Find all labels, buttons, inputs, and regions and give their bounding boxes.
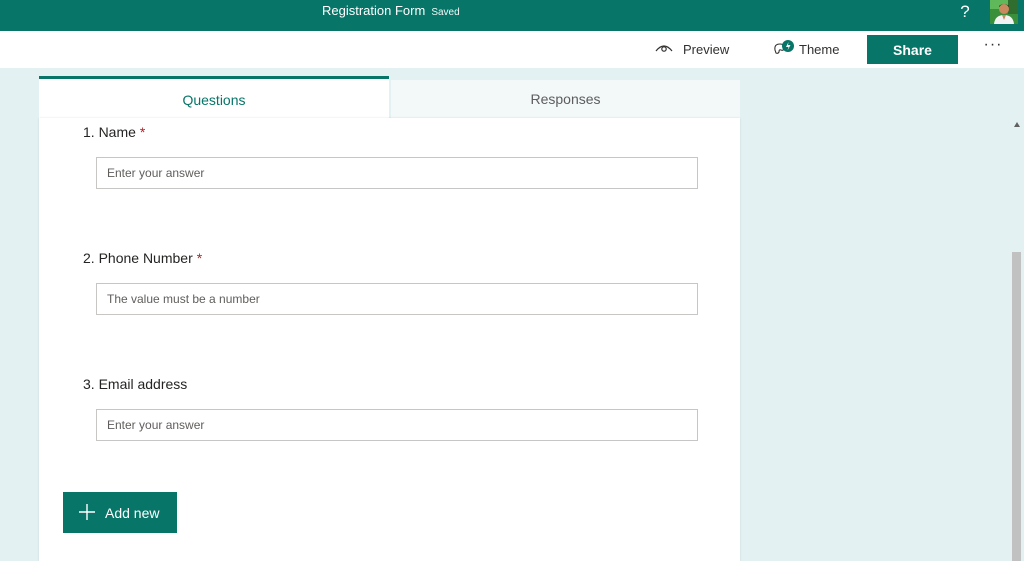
tab-questions[interactable]: Questions <box>39 76 389 121</box>
phone-input[interactable]: The value must be a number <box>96 283 698 315</box>
theme-button[interactable]: Theme <box>773 31 839 68</box>
preview-label: Preview <box>683 42 730 57</box>
form-card: 1. Name * Enter your answer 2. Phone Numb… <box>39 118 740 561</box>
avatar-image <box>990 0 1018 24</box>
preview-button[interactable]: Preview <box>655 31 729 68</box>
question-title: 1. Name <box>83 124 136 140</box>
plus-icon <box>79 504 95 520</box>
question-label-name: 1. Name * <box>83 124 145 140</box>
question-title: 3. Email address <box>83 376 188 392</box>
scroll-up-icon[interactable] <box>1014 122 1020 127</box>
question-title: 2. Phone Number <box>83 250 193 266</box>
top-bar: Registration Form Saved ? <box>0 0 1024 31</box>
add-new-button[interactable]: Add new <box>63 492 177 533</box>
email-input[interactable]: Enter your answer <box>96 409 698 441</box>
scroll-thumb[interactable] <box>1012 252 1021 561</box>
help-button[interactable]: ? <box>956 1 974 23</box>
palette-icon <box>773 39 795 60</box>
avatar[interactable] <box>990 0 1018 24</box>
eye-icon <box>655 42 673 57</box>
command-bar: Preview Theme Share ··· <box>0 31 1024 68</box>
question-label-phone: 2. Phone Number * <box>83 250 202 266</box>
theme-label: Theme <box>799 42 840 57</box>
scrollbar[interactable] <box>1010 118 1024 561</box>
form-title-text: Registration Form <box>322 3 426 18</box>
tab-responses[interactable]: Responses <box>391 80 740 118</box>
name-input[interactable]: Enter your answer <box>96 157 698 189</box>
required-marker: * <box>139 124 146 140</box>
question-label-email: 3. Email address <box>83 376 191 392</box>
add-new-label: Add new <box>105 505 160 521</box>
save-status: Saved <box>431 7 460 18</box>
ellipsis-icon[interactable]: ··· <box>982 37 1004 59</box>
required-marker: * <box>196 250 203 266</box>
form-title: Registration Form Saved <box>322 4 460 20</box>
share-button[interactable]: Share <box>867 35 958 64</box>
